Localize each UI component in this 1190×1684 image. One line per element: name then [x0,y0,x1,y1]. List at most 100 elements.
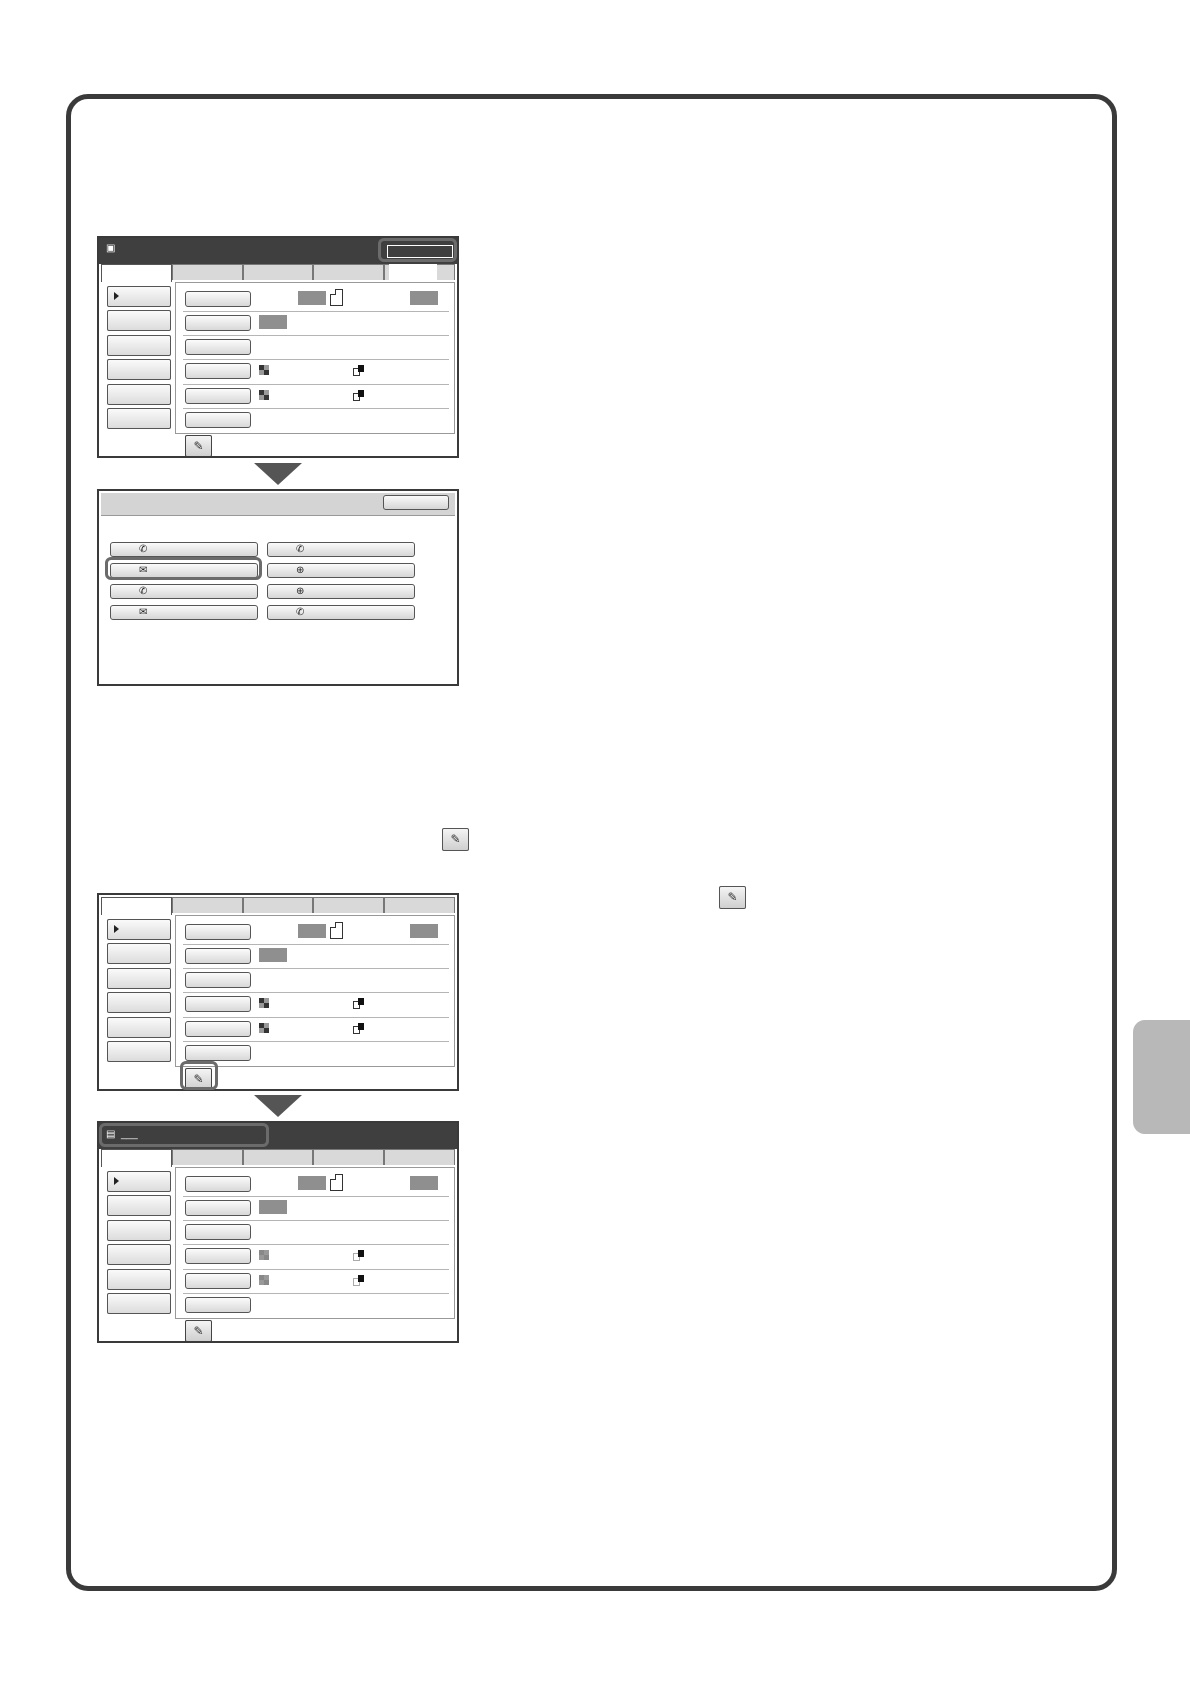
setting-button-3[interactable] [185,339,251,355]
mode-button-5[interactable] [107,1269,171,1290]
setting-button-1[interactable] [185,924,251,940]
paper-icon [330,922,343,939]
setting-button-4[interactable] [185,363,251,379]
mode-button-3[interactable] [107,1220,171,1241]
paper-icon [330,1174,343,1191]
setting-button-4[interactable] [185,996,251,1012]
setting-button-5[interactable] [185,1021,251,1037]
mode-button-4[interactable] [107,359,171,380]
tab-4[interactable] [313,897,385,913]
mode-button-1[interactable] [107,286,171,307]
mode-button-1[interactable] [107,919,171,940]
mode-button-6[interactable] [107,1041,171,1062]
tab-1[interactable] [101,264,172,282]
mode-button-3[interactable] [107,968,171,989]
tab-4[interactable] [313,264,385,280]
phone-icon: ✆ [296,607,305,618]
caret-icon [114,292,119,300]
mode-button-5[interactable] [107,1017,171,1038]
highlight-address-entry [105,557,262,580]
mode-button-3[interactable] [107,335,171,356]
setting-button-6[interactable] [185,412,251,428]
tab-1[interactable] [101,1149,172,1167]
mode-button-6[interactable] [107,1293,171,1314]
row-divider [183,1220,449,1221]
status-box [259,1200,287,1214]
row-divider [183,384,449,385]
tab-2[interactable] [171,1149,243,1165]
tab-3[interactable] [242,1149,314,1165]
caret-icon [114,925,119,933]
mode-button-5[interactable] [107,384,171,405]
mode-button-4[interactable] [107,1244,171,1265]
tab-3[interactable] [242,264,314,280]
row-divider [183,1017,449,1018]
orientation-icon [353,365,364,376]
program-memo-icon[interactable]: ✎ [185,435,212,456]
orientation-icon [353,390,364,401]
tab-5[interactable] [384,1149,455,1165]
address-entry-4[interactable]: ✉ [110,605,258,620]
mode-button-2[interactable] [107,1195,171,1216]
globe-icon: ⊕ [296,586,305,597]
row-divider [183,1293,449,1294]
tab-1[interactable] [101,897,172,915]
setting-button-2[interactable] [185,948,251,964]
program-memo-icon[interactable]: ✎ [185,1320,212,1341]
row-divider [183,1041,449,1042]
program-memo-icon: ✎ [719,886,746,909]
tab-2[interactable] [171,897,243,913]
tab-2[interactable] [171,264,243,280]
tab-bar [101,897,455,915]
highlight-memo-button [180,1061,218,1090]
address-entry-5[interactable]: ✆ [267,542,415,557]
address-entry-6[interactable]: ⊕ [267,563,415,578]
exposure-icon [259,998,269,1008]
tab-3[interactable] [242,897,314,913]
caret-icon [114,1177,119,1185]
mail-icon: ✉ [139,607,148,618]
mode-button-2[interactable] [107,310,171,331]
highlight-address-book [378,238,457,262]
orientation-icon [353,1023,364,1034]
dialog-ok-button[interactable] [383,495,449,510]
orientation-icon [353,1275,364,1286]
address-entry-8[interactable]: ✆ [267,605,415,620]
status-box [298,1176,326,1190]
setting-button-2[interactable] [185,315,251,331]
status-box [298,924,326,938]
phone-icon: ✆ [139,544,148,555]
setting-button-6[interactable] [185,1045,251,1061]
mode-button-6[interactable] [107,408,171,429]
orientation-icon [353,998,364,1009]
orientation-icon [353,1250,364,1261]
row-divider [183,944,449,945]
address-entry-3[interactable]: ✆ [110,584,258,599]
exposure-icon [259,1275,269,1285]
setting-button-5[interactable] [185,1273,251,1289]
address-entry-7[interactable]: ⊕ [267,584,415,599]
screen-main-mode-2: ✎ [97,893,459,1091]
row-divider [183,1196,449,1197]
mode-button-2[interactable] [107,943,171,964]
globe-icon: ⊕ [296,565,305,576]
setting-button-1[interactable] [185,291,251,307]
exposure-icon [259,365,269,375]
setting-button-5[interactable] [185,388,251,404]
setting-button-3[interactable] [185,972,251,988]
tab-5[interactable] [384,897,455,913]
address-entry-1[interactable]: ✆ [110,542,258,557]
tab-4[interactable] [313,1149,385,1165]
setting-button-1[interactable] [185,1176,251,1192]
screen-main-mode: ▣ ✎ [97,236,459,458]
setting-button-4[interactable] [185,1248,251,1264]
setting-button-2[interactable] [185,1200,251,1216]
phone-icon: ✆ [296,544,305,555]
exposure-icon [259,1023,269,1033]
setting-button-3[interactable] [185,1224,251,1240]
exposure-icon [259,390,269,400]
mode-button-4[interactable] [107,992,171,1013]
mode-button-1[interactable] [107,1171,171,1192]
arrow-down-icon [254,1095,302,1117]
setting-button-6[interactable] [185,1297,251,1313]
